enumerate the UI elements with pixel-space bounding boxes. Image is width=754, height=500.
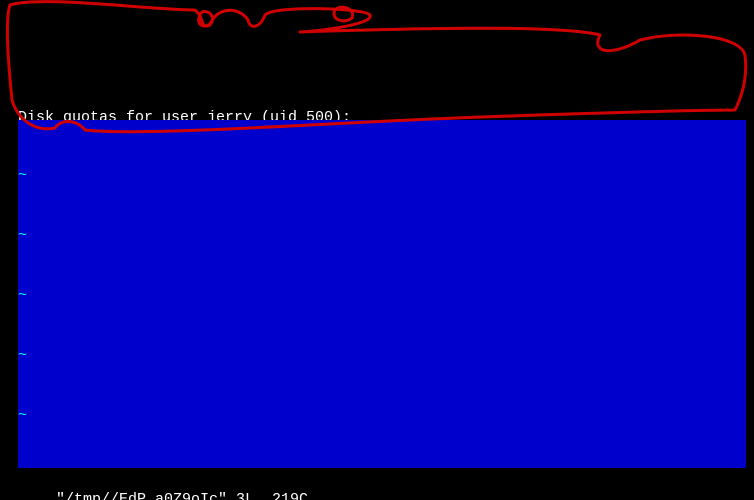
empty-line-marker: ~ [18, 346, 746, 366]
empty-line-marker: ~ [18, 166, 746, 186]
editor-body[interactable]: ~ ~ ~ ~ ~ ~ ~ ~ ~ ~ ~ ~ ~ ~ ~ ~ [18, 120, 746, 468]
empty-line-marker: ~ [18, 406, 746, 426]
status-text: "/tmp//EdP.a0Z9oIc" 3L, 219C [56, 491, 308, 500]
terminal-window[interactable]: Disk quotas for user jerry (uid 500): Fi… [0, 0, 754, 500]
vi-status-bar: "/tmp//EdP.a0Z9oIc" 3L, 219C [18, 470, 746, 492]
empty-line-marker: ~ [18, 226, 746, 246]
empty-line-marker: ~ [18, 286, 746, 306]
